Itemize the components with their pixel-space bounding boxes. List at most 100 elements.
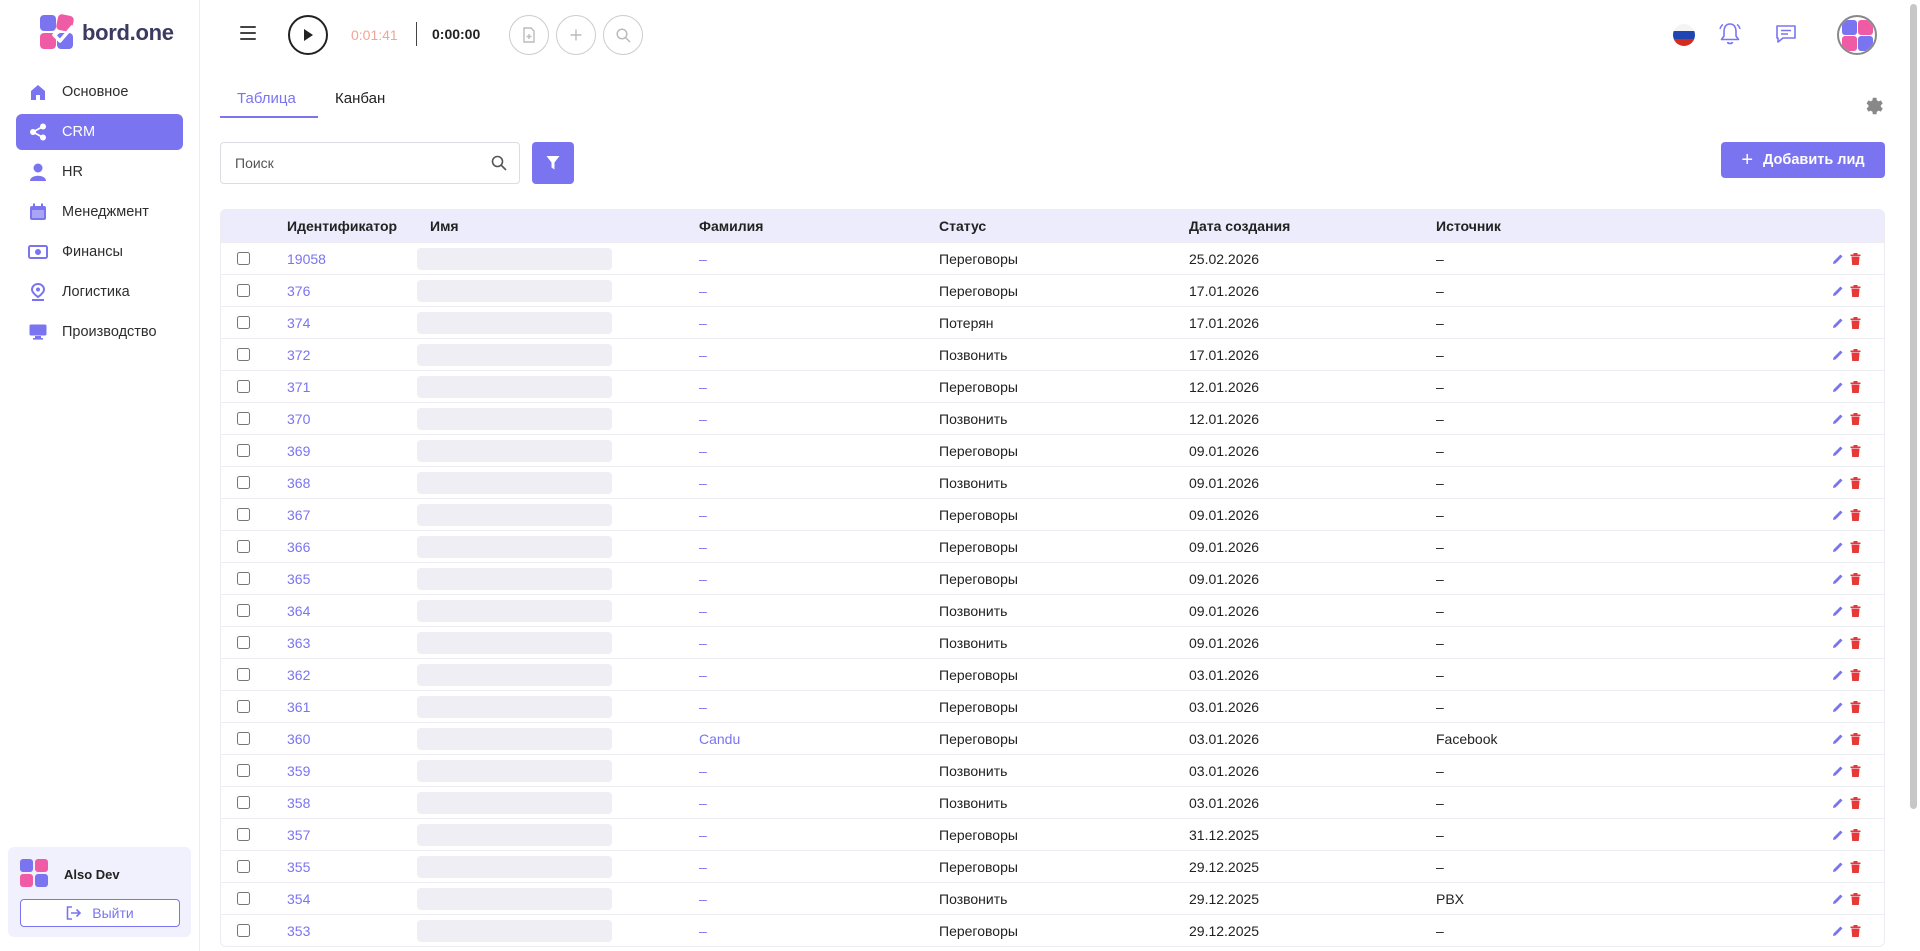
row-checkbox[interactable]	[237, 444, 250, 457]
row-checkbox[interactable]	[237, 348, 250, 361]
edit-pencil-icon[interactable]	[1832, 701, 1844, 713]
lead-surname-link[interactable]: –	[699, 891, 939, 907]
table-row[interactable]: 19058– Переговоры 25.02.2026–	[221, 242, 1884, 274]
row-checkbox[interactable]	[237, 572, 250, 585]
lead-surname-link[interactable]: –	[699, 347, 939, 363]
row-checkbox[interactable]	[237, 604, 250, 617]
table-row[interactable]: 359– Позвонить 03.01.2026–	[221, 754, 1884, 786]
lead-id-link[interactable]: 372	[287, 347, 430, 363]
lead-surname-link[interactable]: –	[699, 539, 939, 555]
lead-surname-link[interactable]: –	[699, 315, 939, 331]
lead-id-link[interactable]: 357	[287, 827, 430, 843]
column-header-source[interactable]: Источник	[1436, 218, 1819, 234]
messages-icon[interactable]	[1775, 24, 1797, 47]
edit-pencil-icon[interactable]	[1832, 637, 1844, 649]
row-checkbox[interactable]	[237, 668, 250, 681]
menu-icon[interactable]	[240, 26, 256, 40]
lead-surname-link[interactable]: –	[699, 699, 939, 715]
row-checkbox[interactable]	[237, 924, 250, 937]
lead-id-link[interactable]: 367	[287, 507, 430, 523]
row-checkbox[interactable]	[237, 796, 250, 809]
delete-trash-icon[interactable]	[1850, 540, 1861, 553]
lead-surname-link[interactable]: –	[699, 283, 939, 299]
lead-surname-link[interactable]: –	[699, 571, 939, 587]
add-lead-button[interactable]: + Добавить лид	[1721, 142, 1885, 178]
lead-id-link[interactable]: 362	[287, 667, 430, 683]
column-header-name[interactable]: Имя	[430, 218, 699, 234]
row-checkbox[interactable]	[237, 412, 250, 425]
row-checkbox[interactable]	[237, 700, 250, 713]
row-checkbox[interactable]	[237, 860, 250, 873]
table-row[interactable]: 360 Candu Переговоры 03.01.2026 Facebook	[221, 722, 1884, 754]
row-checkbox[interactable]	[237, 380, 250, 393]
lead-id-link[interactable]: 365	[287, 571, 430, 587]
delete-trash-icon[interactable]	[1850, 252, 1861, 265]
notifications-icon[interactable]	[1719, 22, 1741, 49]
table-row[interactable]: 376– Переговоры 17.01.2026–	[221, 274, 1884, 306]
lead-id-link[interactable]: 359	[287, 763, 430, 779]
edit-pencil-icon[interactable]	[1832, 669, 1844, 681]
lead-surname-link[interactable]: –	[699, 667, 939, 683]
sidebar-item-crm[interactable]: CRM	[16, 114, 183, 150]
delete-trash-icon[interactable]	[1850, 668, 1861, 681]
lead-id-link[interactable]: 364	[287, 603, 430, 619]
table-row[interactable]: 372– Позвонить 17.01.2026–	[221, 338, 1884, 370]
settings-gear-icon[interactable]	[1863, 95, 1885, 120]
delete-trash-icon[interactable]	[1850, 572, 1861, 585]
delete-trash-icon[interactable]	[1850, 316, 1861, 329]
sidebar-item-management[interactable]: Менеджмент	[16, 194, 183, 230]
filter-button[interactable]	[532, 142, 574, 184]
edit-pencil-icon[interactable]	[1832, 893, 1844, 905]
lead-id-link[interactable]: 368	[287, 475, 430, 491]
edit-pencil-icon[interactable]	[1832, 925, 1844, 937]
edit-pencil-icon[interactable]	[1832, 541, 1844, 553]
page-scrollbar[interactable]	[1910, 4, 1917, 809]
lead-surname-link[interactable]: –	[699, 443, 939, 459]
edit-pencil-icon[interactable]	[1832, 861, 1844, 873]
lead-surname-link[interactable]: –	[699, 827, 939, 843]
delete-trash-icon[interactable]	[1850, 732, 1861, 745]
column-header-id[interactable]: Идентификатор	[287, 218, 430, 234]
lead-surname-link[interactable]: –	[699, 603, 939, 619]
lead-surname-link[interactable]: Candu	[699, 731, 939, 747]
lead-id-link[interactable]: 371	[287, 379, 430, 395]
column-header-created[interactable]: Дата создания	[1189, 218, 1436, 234]
table-row[interactable]: 355– Переговоры 29.12.2025–	[221, 850, 1884, 882]
lead-surname-link[interactable]: –	[699, 923, 939, 939]
delete-trash-icon[interactable]	[1850, 476, 1861, 489]
lead-id-link[interactable]: 370	[287, 411, 430, 427]
lead-id-link[interactable]: 360	[287, 731, 430, 747]
delete-trash-icon[interactable]	[1850, 924, 1861, 937]
row-checkbox[interactable]	[237, 476, 250, 489]
add-file-button[interactable]	[509, 15, 549, 55]
sidebar-item-hr[interactable]: HR	[16, 154, 183, 190]
edit-pencil-icon[interactable]	[1832, 605, 1844, 617]
language-flag-icon[interactable]	[1673, 24, 1695, 46]
lead-surname-link[interactable]: –	[699, 635, 939, 651]
edit-pencil-icon[interactable]	[1832, 765, 1844, 777]
tab-table[interactable]: Таблица	[237, 90, 296, 107]
table-row[interactable]: 369– Переговоры 09.01.2026–	[221, 434, 1884, 466]
lead-id-link[interactable]: 361	[287, 699, 430, 715]
table-row[interactable]: 365– Переговоры 09.01.2026–	[221, 562, 1884, 594]
column-header-status[interactable]: Статус	[939, 218, 1189, 234]
lead-id-link[interactable]: 353	[287, 923, 430, 939]
row-checkbox[interactable]	[237, 316, 250, 329]
delete-trash-icon[interactable]	[1850, 604, 1861, 617]
tab-kanban[interactable]: Канбан	[335, 90, 385, 107]
row-checkbox[interactable]	[237, 636, 250, 649]
add-button[interactable]	[556, 15, 596, 55]
lead-id-link[interactable]: 363	[287, 635, 430, 651]
row-checkbox[interactable]	[237, 732, 250, 745]
search-icon[interactable]	[491, 155, 507, 174]
sidebar-item-main[interactable]: Основное	[16, 74, 183, 110]
edit-pencil-icon[interactable]	[1832, 573, 1844, 585]
edit-pencil-icon[interactable]	[1832, 349, 1844, 361]
lead-surname-link[interactable]: –	[699, 379, 939, 395]
lead-surname-link[interactable]: –	[699, 507, 939, 523]
edit-pencil-icon[interactable]	[1832, 253, 1844, 265]
row-checkbox[interactable]	[237, 764, 250, 777]
lead-surname-link[interactable]: –	[699, 251, 939, 267]
sidebar-item-finance[interactable]: Финансы	[16, 234, 183, 270]
lead-id-link[interactable]: 366	[287, 539, 430, 555]
